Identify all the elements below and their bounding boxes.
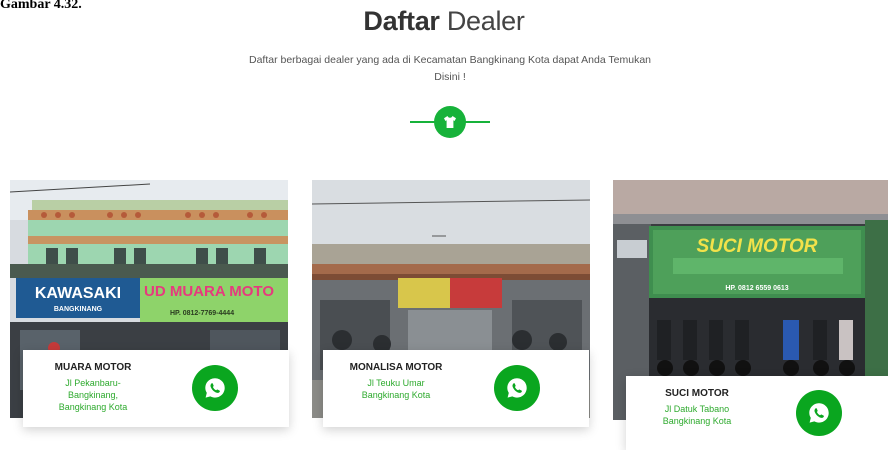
- dealer-address-line: Bangkinang Kota: [662, 416, 732, 426]
- sign-phone: HP. 0812-7769-4444: [170, 310, 234, 317]
- page-title-light: Dealer: [446, 6, 525, 36]
- whatsapp-icon: [205, 378, 225, 398]
- dealer-card-monalisa-motor: MONALISA MOTOR Jl Teuku Umar Bangkinang …: [323, 350, 589, 427]
- section-divider: [410, 106, 490, 138]
- sign-suci-motor: SUCI MOTOR: [696, 236, 817, 257]
- tshirt-icon: [434, 106, 466, 138]
- dealer-address: Jl Datuk Tabano Bangkinang Kota: [626, 403, 768, 427]
- whatsapp-button[interactable]: [192, 365, 238, 411]
- whatsapp-icon: [809, 403, 829, 423]
- dealer-address: Jl Teuku Umar Bangkinang Kota: [323, 377, 469, 401]
- dealer-address: Jl Pekanbaru- Bangkinang, Bangkinang Kot…: [23, 377, 163, 413]
- page-title: Daftar Dealer: [0, 6, 888, 37]
- dealer-address-line: Jl Teuku Umar: [367, 378, 425, 388]
- page-title-bold: Daftar: [363, 6, 440, 36]
- dealer-address-line: Bangkinang,: [67, 390, 119, 400]
- dealer-name: MUARA MOTOR: [54, 362, 132, 373]
- whatsapp-button[interactable]: [494, 365, 540, 411]
- dealer-address-line: Jl Pekanbaru-: [65, 378, 121, 388]
- sign-kawasaki-sub: BANGKINANG: [54, 306, 103, 313]
- dealer-card-muara-motor: MUARA MOTOR Jl Pekanbaru- Bangkinang, Ba…: [23, 350, 289, 427]
- whatsapp-icon: [507, 378, 527, 398]
- whatsapp-button[interactable]: [796, 390, 842, 436]
- dealer-address-line: Bangkinang Kota: [361, 390, 431, 400]
- dealer-address-line: Jl Datuk Tabano: [664, 404, 730, 414]
- page-subtitle: Daftar berbagai dealer yang ada di Kecam…: [248, 54, 651, 83]
- sign-phone: HP. 0812 6559 0613: [725, 285, 788, 292]
- dealer-name: SUCI MOTOR: [665, 388, 729, 399]
- dealer-name: MONALISA MOTOR: [349, 362, 443, 373]
- dealer-card-suci-motor: SUCI MOTOR Jl Datuk Tabano Bangkinang Ko…: [626, 376, 888, 450]
- sign-kawasaki: KAWASAKI: [35, 285, 121, 302]
- sign-ud-muara: UD MUARA MOTO: [144, 283, 274, 300]
- dealer-address-line: Bangkinang Kota: [58, 402, 128, 412]
